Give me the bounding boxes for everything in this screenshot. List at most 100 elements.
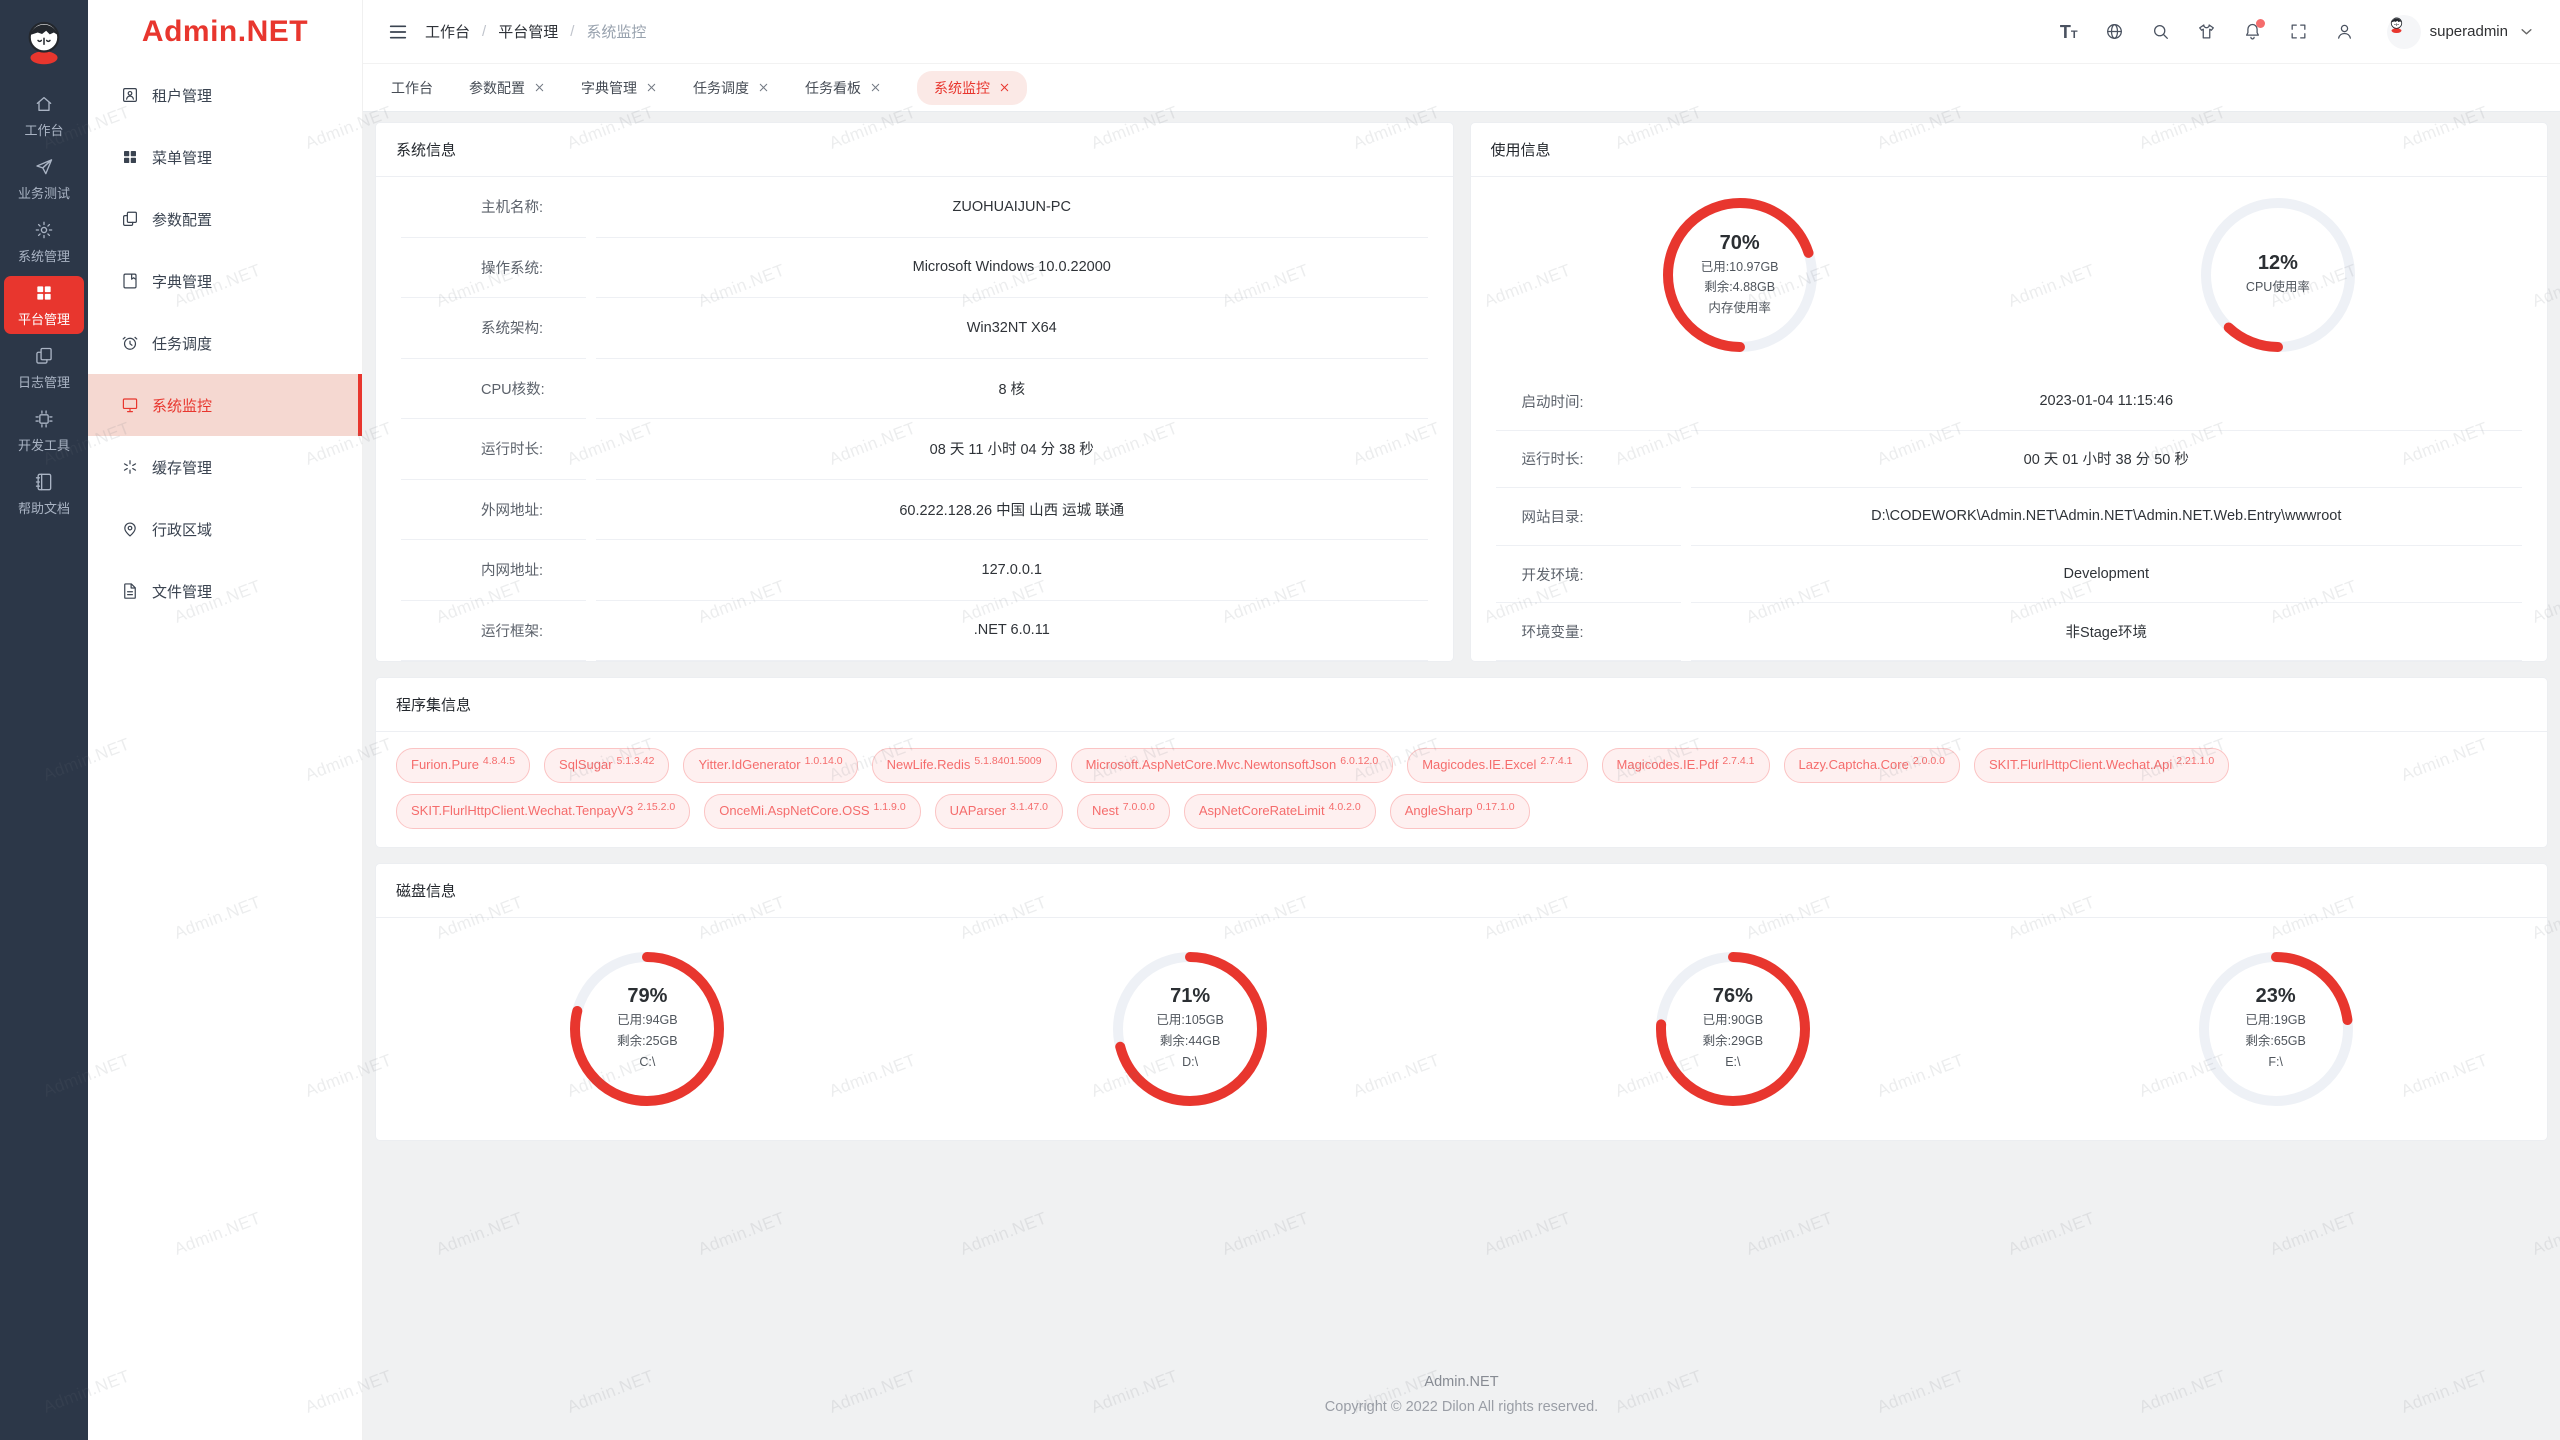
package-version: 1.1.9.0 xyxy=(874,801,906,815)
breadcrumb-item[interactable]: 工作台 xyxy=(425,21,470,42)
package-version: 7.0.0.0 xyxy=(1123,801,1155,815)
tab-params-config[interactable]: 参数配置 xyxy=(469,81,545,95)
info-row: 主机名称:ZUOHUAIJUN-PC xyxy=(401,177,1428,238)
rail-item-business-test[interactable]: 业务测试 xyxy=(4,150,84,208)
sidebar-item-dict[interactable]: 字典管理 xyxy=(88,250,362,312)
rail-item-log-mgmt[interactable]: 日志管理 xyxy=(4,339,84,397)
close-icon[interactable] xyxy=(870,82,881,93)
tabbar: 工作台 参数配置 字典管理 任务调度 任务看板 系统监控 xyxy=(363,64,2560,112)
search-button[interactable] xyxy=(2151,22,2170,41)
package-tag: NewLife.Redis5.1.8401.5009 xyxy=(872,748,1057,783)
sidebar-item-menu[interactable]: 菜单管理 xyxy=(88,126,362,188)
gauge-line: 已用:94GB xyxy=(617,1010,677,1031)
gauge-text: 70%已用:10.97GB剩余:4.88GB内存使用率 xyxy=(1658,193,1822,357)
sidebar-item-label: 行政区域 xyxy=(152,519,212,540)
mascot-avatar-image xyxy=(2387,15,2406,34)
assemblies-card: 程序集信息 Furion.Pure4.8.4.5SqlSugar5.1.3.42… xyxy=(375,677,2548,848)
rail-item-label: 帮助文档 xyxy=(18,498,70,517)
sidebar-item-label: 文件管理 xyxy=(152,581,212,602)
package-tag: Microsoft.AspNetCore.Mvc.NewtonsoftJson6… xyxy=(1071,748,1394,783)
app-logo[interactable]: Admin.NET xyxy=(88,0,362,64)
package-version: 5.1.3.42 xyxy=(617,755,655,769)
info-row: 运行时长:08 天 11 小时 04 分 38 秒 xyxy=(401,419,1428,480)
gauge-text: 71%已用:105GB剩余:44GBD:\ xyxy=(1108,947,1272,1111)
gauge-line: 内存使用率 xyxy=(1708,298,1771,319)
info-row: 运行框架:.NET 6.0.11 xyxy=(401,601,1428,662)
rail-item-help-docs[interactable]: 帮助文档 xyxy=(4,465,84,523)
sidebar-item-schedule[interactable]: 任务调度 xyxy=(88,312,362,374)
info-label: 运行时长: xyxy=(401,419,586,480)
package-tag: OnceMi.AspNetCore.OSS1.1.9.0 xyxy=(704,794,920,829)
card-title: 使用信息 xyxy=(1471,123,2548,177)
sidebar-item-file[interactable]: 文件管理 xyxy=(88,560,362,622)
package-version: 2.7.4.1 xyxy=(1722,755,1754,769)
schedule-icon xyxy=(121,334,139,352)
rail-item-platform-mgmt[interactable]: 平台管理 xyxy=(4,276,84,334)
grid-icon xyxy=(34,283,54,303)
info-row: 内网地址:127.0.0.1 xyxy=(401,540,1428,601)
notifications-button[interactable] xyxy=(2243,22,2262,41)
tab-workbench[interactable]: 工作台 xyxy=(391,81,433,95)
gauge-line: C:\ xyxy=(639,1052,655,1073)
page-footer: Admin.NET Copyright © 2022 Dilon All rig… xyxy=(375,1374,2548,1415)
sidebar-item-monitor[interactable]: 系统监控 xyxy=(88,374,362,436)
gauge-line: 已用:90GB xyxy=(1703,1010,1763,1031)
user-button[interactable] xyxy=(2335,22,2354,41)
tab-task-schedule[interactable]: 任务调度 xyxy=(693,81,769,95)
sidebar-item-label: 任务调度 xyxy=(152,333,212,354)
info-label: 启动时间: xyxy=(1496,373,1681,431)
package-version: 6.0.12.0 xyxy=(1340,755,1378,769)
sidebar-item-tenant[interactable]: 租户管理 xyxy=(88,64,362,126)
rail-item-label: 业务测试 xyxy=(18,183,70,202)
card-title: 磁盘信息 xyxy=(376,864,2547,918)
book-icon xyxy=(34,472,54,492)
package-name: SKIT.FlurlHttpClient.Wechat.Api xyxy=(1989,757,2172,774)
sidebar-item-cache[interactable]: 缓存管理 xyxy=(88,436,362,498)
card-title: 系统信息 xyxy=(376,123,1453,177)
theme-button[interactable] xyxy=(2197,22,2216,41)
gauge-line: 剩余:29GB xyxy=(1703,1031,1763,1052)
sidebar-item-region[interactable]: 行政区域 xyxy=(88,498,362,560)
footer-app-name: Admin.NET xyxy=(375,1374,2548,1390)
tab-dict-mgmt[interactable]: 字典管理 xyxy=(581,81,657,95)
user-menu[interactable]: superadmin xyxy=(2387,15,2536,49)
package-version: 2.7.4.1 xyxy=(1540,755,1572,769)
fullscreen-button[interactable] xyxy=(2289,22,2308,41)
info-row: 系统信息 主机名称:ZUOHUAIJUN-PC操作系统:Microsoft Wi… xyxy=(375,122,2548,662)
info-value: 非Stage环境 xyxy=(1691,603,2523,661)
sidebar-item-params[interactable]: 参数配置 xyxy=(88,188,362,250)
info-value: ZUOHUAIJUN-PC xyxy=(596,177,1428,238)
breadcrumb-item: 系统监控 xyxy=(586,21,646,42)
package-name: NewLife.Redis xyxy=(887,757,971,774)
breadcrumb: 工作台/平台管理/系统监控 xyxy=(425,21,646,42)
rail-item-workbench[interactable]: 工作台 xyxy=(4,87,84,145)
gauge-line: D:\ xyxy=(1182,1052,1198,1073)
collapse-menu-icon[interactable] xyxy=(387,21,409,43)
info-value: 2023-01-04 11:15:46 xyxy=(1691,373,2523,431)
rail-item-label: 开发工具 xyxy=(18,435,70,454)
language-button[interactable] xyxy=(2105,22,2124,41)
package-version: 2.21.1.0 xyxy=(2176,755,2214,769)
tenant-icon xyxy=(121,86,139,104)
rail-item-dev-tools[interactable]: 开发工具 xyxy=(4,402,84,460)
close-icon[interactable] xyxy=(534,82,545,93)
package-name: SKIT.FlurlHttpClient.Wechat.TenpayV3 xyxy=(411,803,633,820)
tab-task-board[interactable]: 任务看板 xyxy=(805,81,881,95)
close-icon[interactable] xyxy=(758,82,769,93)
mascot-logo[interactable] xyxy=(0,0,88,82)
info-value: 60.222.128.26 中国 山西 运城 联通 xyxy=(596,480,1428,541)
rail-item-system-mgmt[interactable]: 系统管理 xyxy=(4,213,84,271)
mascot-avatar-image xyxy=(18,15,70,67)
breadcrumb-item[interactable]: 平台管理 xyxy=(498,21,558,42)
close-icon[interactable] xyxy=(999,82,1010,93)
tab-system-monitor[interactable]: 系统监控 xyxy=(917,71,1027,105)
rail-item-label: 工作台 xyxy=(24,120,63,139)
menu-grid-icon xyxy=(121,148,139,166)
home-icon xyxy=(34,94,54,114)
font-size-icon[interactable]: TT xyxy=(2060,23,2078,41)
close-icon[interactable] xyxy=(646,82,657,93)
card-title: 程序集信息 xyxy=(376,678,2547,732)
region-icon xyxy=(121,520,139,538)
gauge-percent: 79% xyxy=(627,985,667,1008)
ring-gauge: 12%CPU使用率 xyxy=(2196,193,2360,357)
